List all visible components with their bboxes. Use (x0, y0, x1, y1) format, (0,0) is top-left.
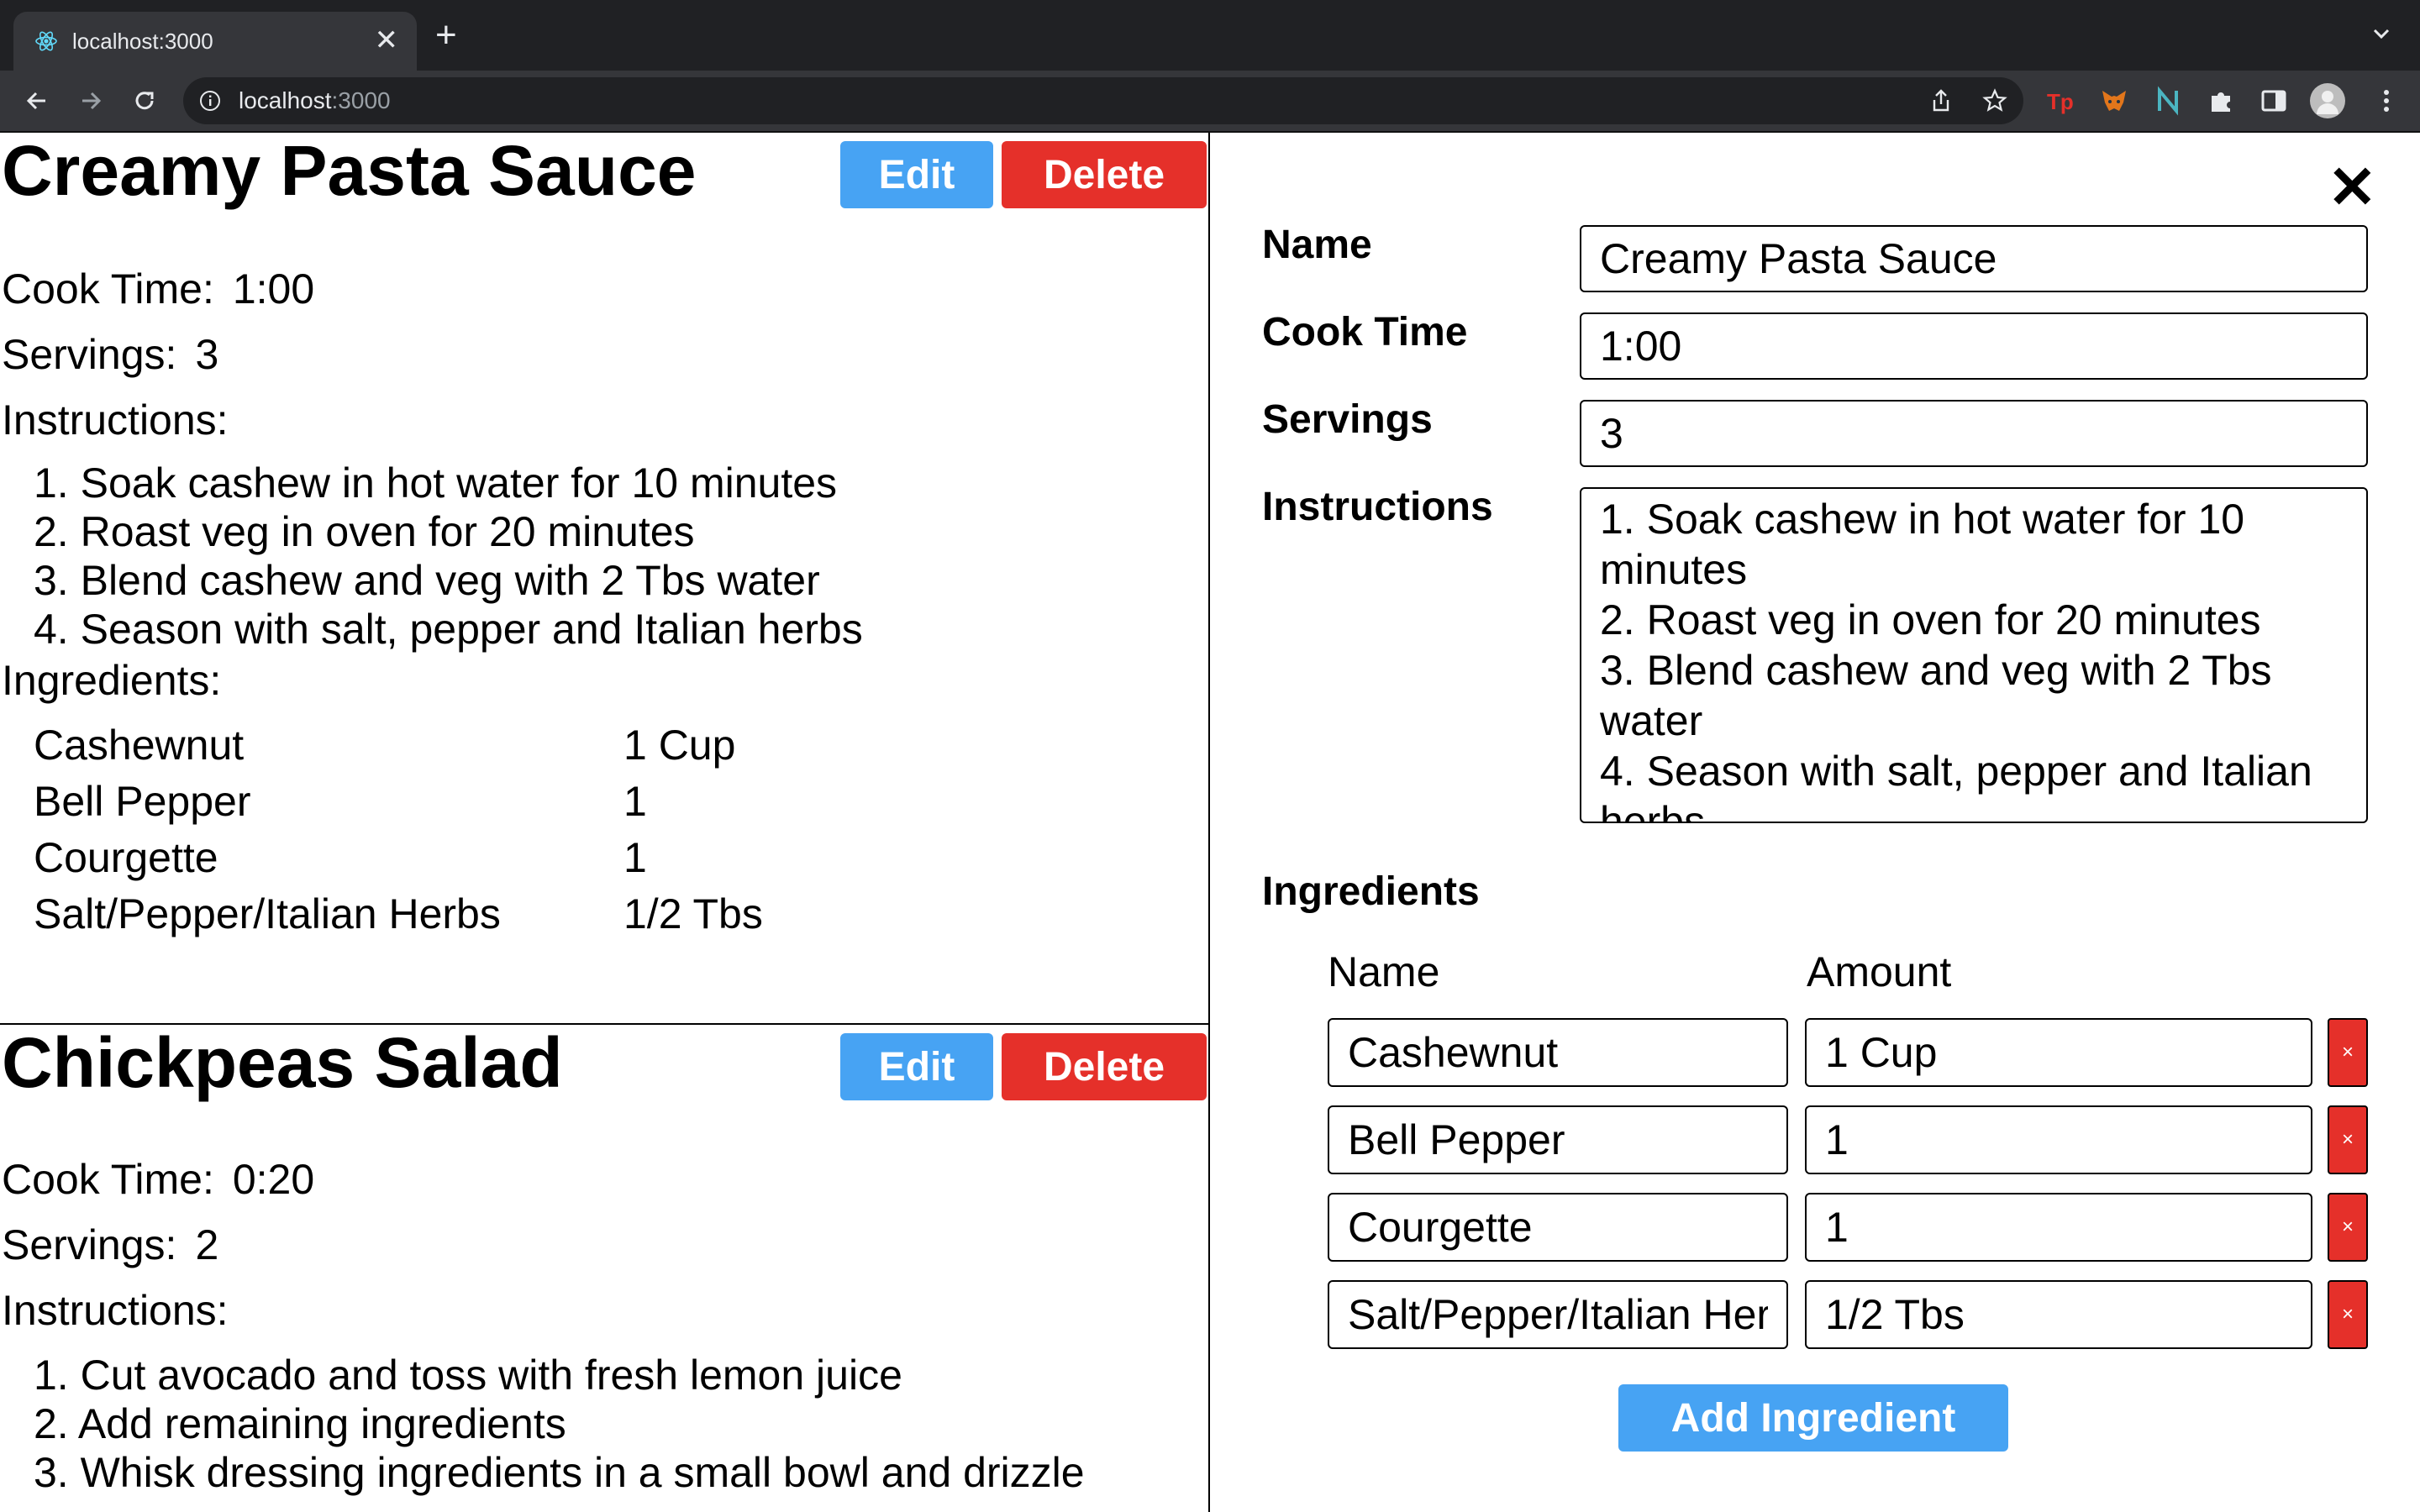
ingredient-amount: 1 Cup (623, 722, 736, 769)
cook-time-value: 0:20 (232, 1156, 315, 1203)
tab-search-chevron-icon[interactable] (2366, 18, 2396, 49)
ingredients-label: Ingredients: (2, 657, 222, 704)
servings-value: 2 (195, 1221, 219, 1268)
ingredient-amount-input[interactable] (1805, 1018, 2312, 1087)
back-arrow-icon[interactable] (22, 86, 52, 116)
ingredient-name: Cashewnut (34, 722, 245, 769)
ingredient-amount-column-header: Amount (1807, 948, 1952, 995)
servings-row: Servings: 2 (2, 1220, 218, 1270)
ingredient-name: Courgette (34, 834, 218, 881)
servings-input[interactable] (1580, 400, 2368, 467)
ingredient-amount-input[interactable] (1805, 1193, 2312, 1262)
url-host: localhost (239, 87, 332, 113)
ingredient-name-input[interactable] (1328, 1280, 1788, 1349)
instructions-label: Instructions: (2, 1287, 229, 1334)
forward-arrow-icon[interactable] (76, 86, 106, 116)
instruction-step: 3. Blend cashew and veg with 2 Tbs water (34, 557, 820, 604)
instructions-textarea[interactable]: 1. Soak cashew in hot water for 10 minut… (1580, 487, 2368, 823)
servings-row: Servings: 3 (2, 329, 218, 380)
name-input[interactable] (1580, 225, 2368, 292)
edit-button[interactable]: Edit (840, 141, 993, 208)
servings-label: Servings: (2, 1221, 177, 1268)
cook-time-label: Cook Time: (2, 1156, 214, 1203)
ingredient-name-input[interactable] (1328, 1018, 1788, 1087)
browser-menu-icon[interactable] (2371, 86, 2402, 116)
cook-time-input[interactable] (1580, 312, 2368, 380)
url-text: localhost:3000 (239, 87, 391, 114)
recipe-edit-panel: ✕ Name Cook Time Servings Instructions 1… (1210, 133, 2420, 1512)
new-tab-icon[interactable]: + (435, 17, 457, 54)
instructions-label: Instructions (1262, 485, 1493, 529)
remove-ingredient-button[interactable]: × (2328, 1018, 2368, 1087)
servings-label: Servings: (2, 331, 177, 378)
ingredient-amount-input[interactable] (1805, 1280, 2312, 1349)
share-icon[interactable] (1928, 87, 1954, 114)
instruction-step: 3. Whisk dressing ingredients in a small… (34, 1449, 1085, 1496)
address-bar[interactable]: localhost:3000 (183, 77, 2023, 124)
ingredient-name-column-header: Name (1328, 948, 1440, 995)
cook-time-row: Cook Time: 1:00 (2, 264, 314, 314)
cook-time-value: 1:00 (232, 265, 315, 312)
browser-tab-bar: localhost:3000 ✕ + (0, 0, 2420, 71)
edit-button[interactable]: Edit (840, 1033, 993, 1100)
delete-button[interactable]: Delete (1002, 1033, 1207, 1100)
instruction-step: 1. Soak cashew in hot water for 10 minut… (34, 459, 838, 507)
extensions-puzzle-icon[interactable] (2207, 86, 2237, 116)
remove-ingredient-button[interactable]: × (2328, 1280, 2368, 1349)
instruction-step: 1. Cut avocado and toss with fresh lemon… (34, 1352, 902, 1399)
bookmark-star-icon[interactable] (1981, 87, 2008, 114)
extension-tp-icon[interactable]: Tp (2045, 86, 2075, 116)
cook-time-label: Cook Time (1262, 310, 1468, 354)
metamask-fox-icon[interactable] (2099, 86, 2129, 116)
svg-text:Tp: Tp (2047, 89, 2074, 114)
tab-close-icon[interactable]: ✕ (375, 24, 399, 57)
react-logo-icon (35, 31, 57, 51)
instructions-label: Instructions: (2, 396, 229, 444)
ingredient-amount-input[interactable] (1805, 1105, 2312, 1174)
close-icon[interactable]: ✕ (2328, 158, 2377, 217)
servings-value: 3 (195, 331, 219, 378)
instruction-step: 2. Add remaining ingredients (34, 1400, 566, 1447)
ingredient-amount: 1 (623, 778, 647, 825)
add-ingredient-button[interactable]: Add Ingredient (1618, 1384, 2008, 1452)
extension-n-icon[interactable] (2153, 86, 2183, 116)
delete-button[interactable]: Delete (1002, 141, 1207, 208)
instructions-list: 1. Soak cashew in hot water for 10 minut… (34, 459, 863, 654)
remove-ingredient-button[interactable]: × (2328, 1105, 2368, 1174)
name-label: Name (1262, 223, 1372, 267)
recipe-title: Chickpeas Salad (2, 1023, 563, 1102)
browser-tab[interactable]: localhost:3000 ✕ (13, 12, 417, 71)
recipe-list: Creamy Pasta Sauce Edit Delete Cook Time… (0, 133, 1210, 1512)
ingredient-name: Salt/Pepper/Italian Herbs (34, 890, 501, 937)
site-info-icon[interactable] (198, 89, 222, 113)
remove-ingredient-button[interactable]: × (2328, 1193, 2368, 1262)
instruction-step: 2. Roast veg in oven for 20 minutes (34, 508, 695, 555)
ingredient-name-input[interactable] (1328, 1193, 1788, 1262)
cook-time-row: Cook Time: 0:20 (2, 1154, 314, 1205)
ingredient-amount: 1 (623, 834, 647, 881)
instructions-list: 1. Cut avocado and toss with fresh lemon… (34, 1351, 1085, 1497)
reload-icon[interactable] (129, 86, 160, 116)
ingredients-heading: Ingredients (1262, 869, 1480, 914)
ingredient-amount: 1/2 Tbs (623, 890, 763, 937)
browser-toolbar: localhost:3000 Tp (0, 71, 2420, 133)
tab-title: localhost:3000 (72, 29, 213, 54)
servings-label: Servings (1262, 397, 1433, 442)
url-port: :3000 (331, 87, 391, 113)
recipe-title: Creamy Pasta Sauce (2, 133, 697, 210)
cook-time-label: Cook Time: (2, 265, 214, 312)
ingredient-name-input[interactable] (1328, 1105, 1788, 1174)
ingredient-name: Bell Pepper (34, 778, 251, 825)
profile-avatar[interactable] (2309, 82, 2346, 119)
instruction-step: 4. Season with salt, pepper and Italian … (34, 606, 863, 653)
side-panel-icon[interactable] (2259, 86, 2289, 116)
